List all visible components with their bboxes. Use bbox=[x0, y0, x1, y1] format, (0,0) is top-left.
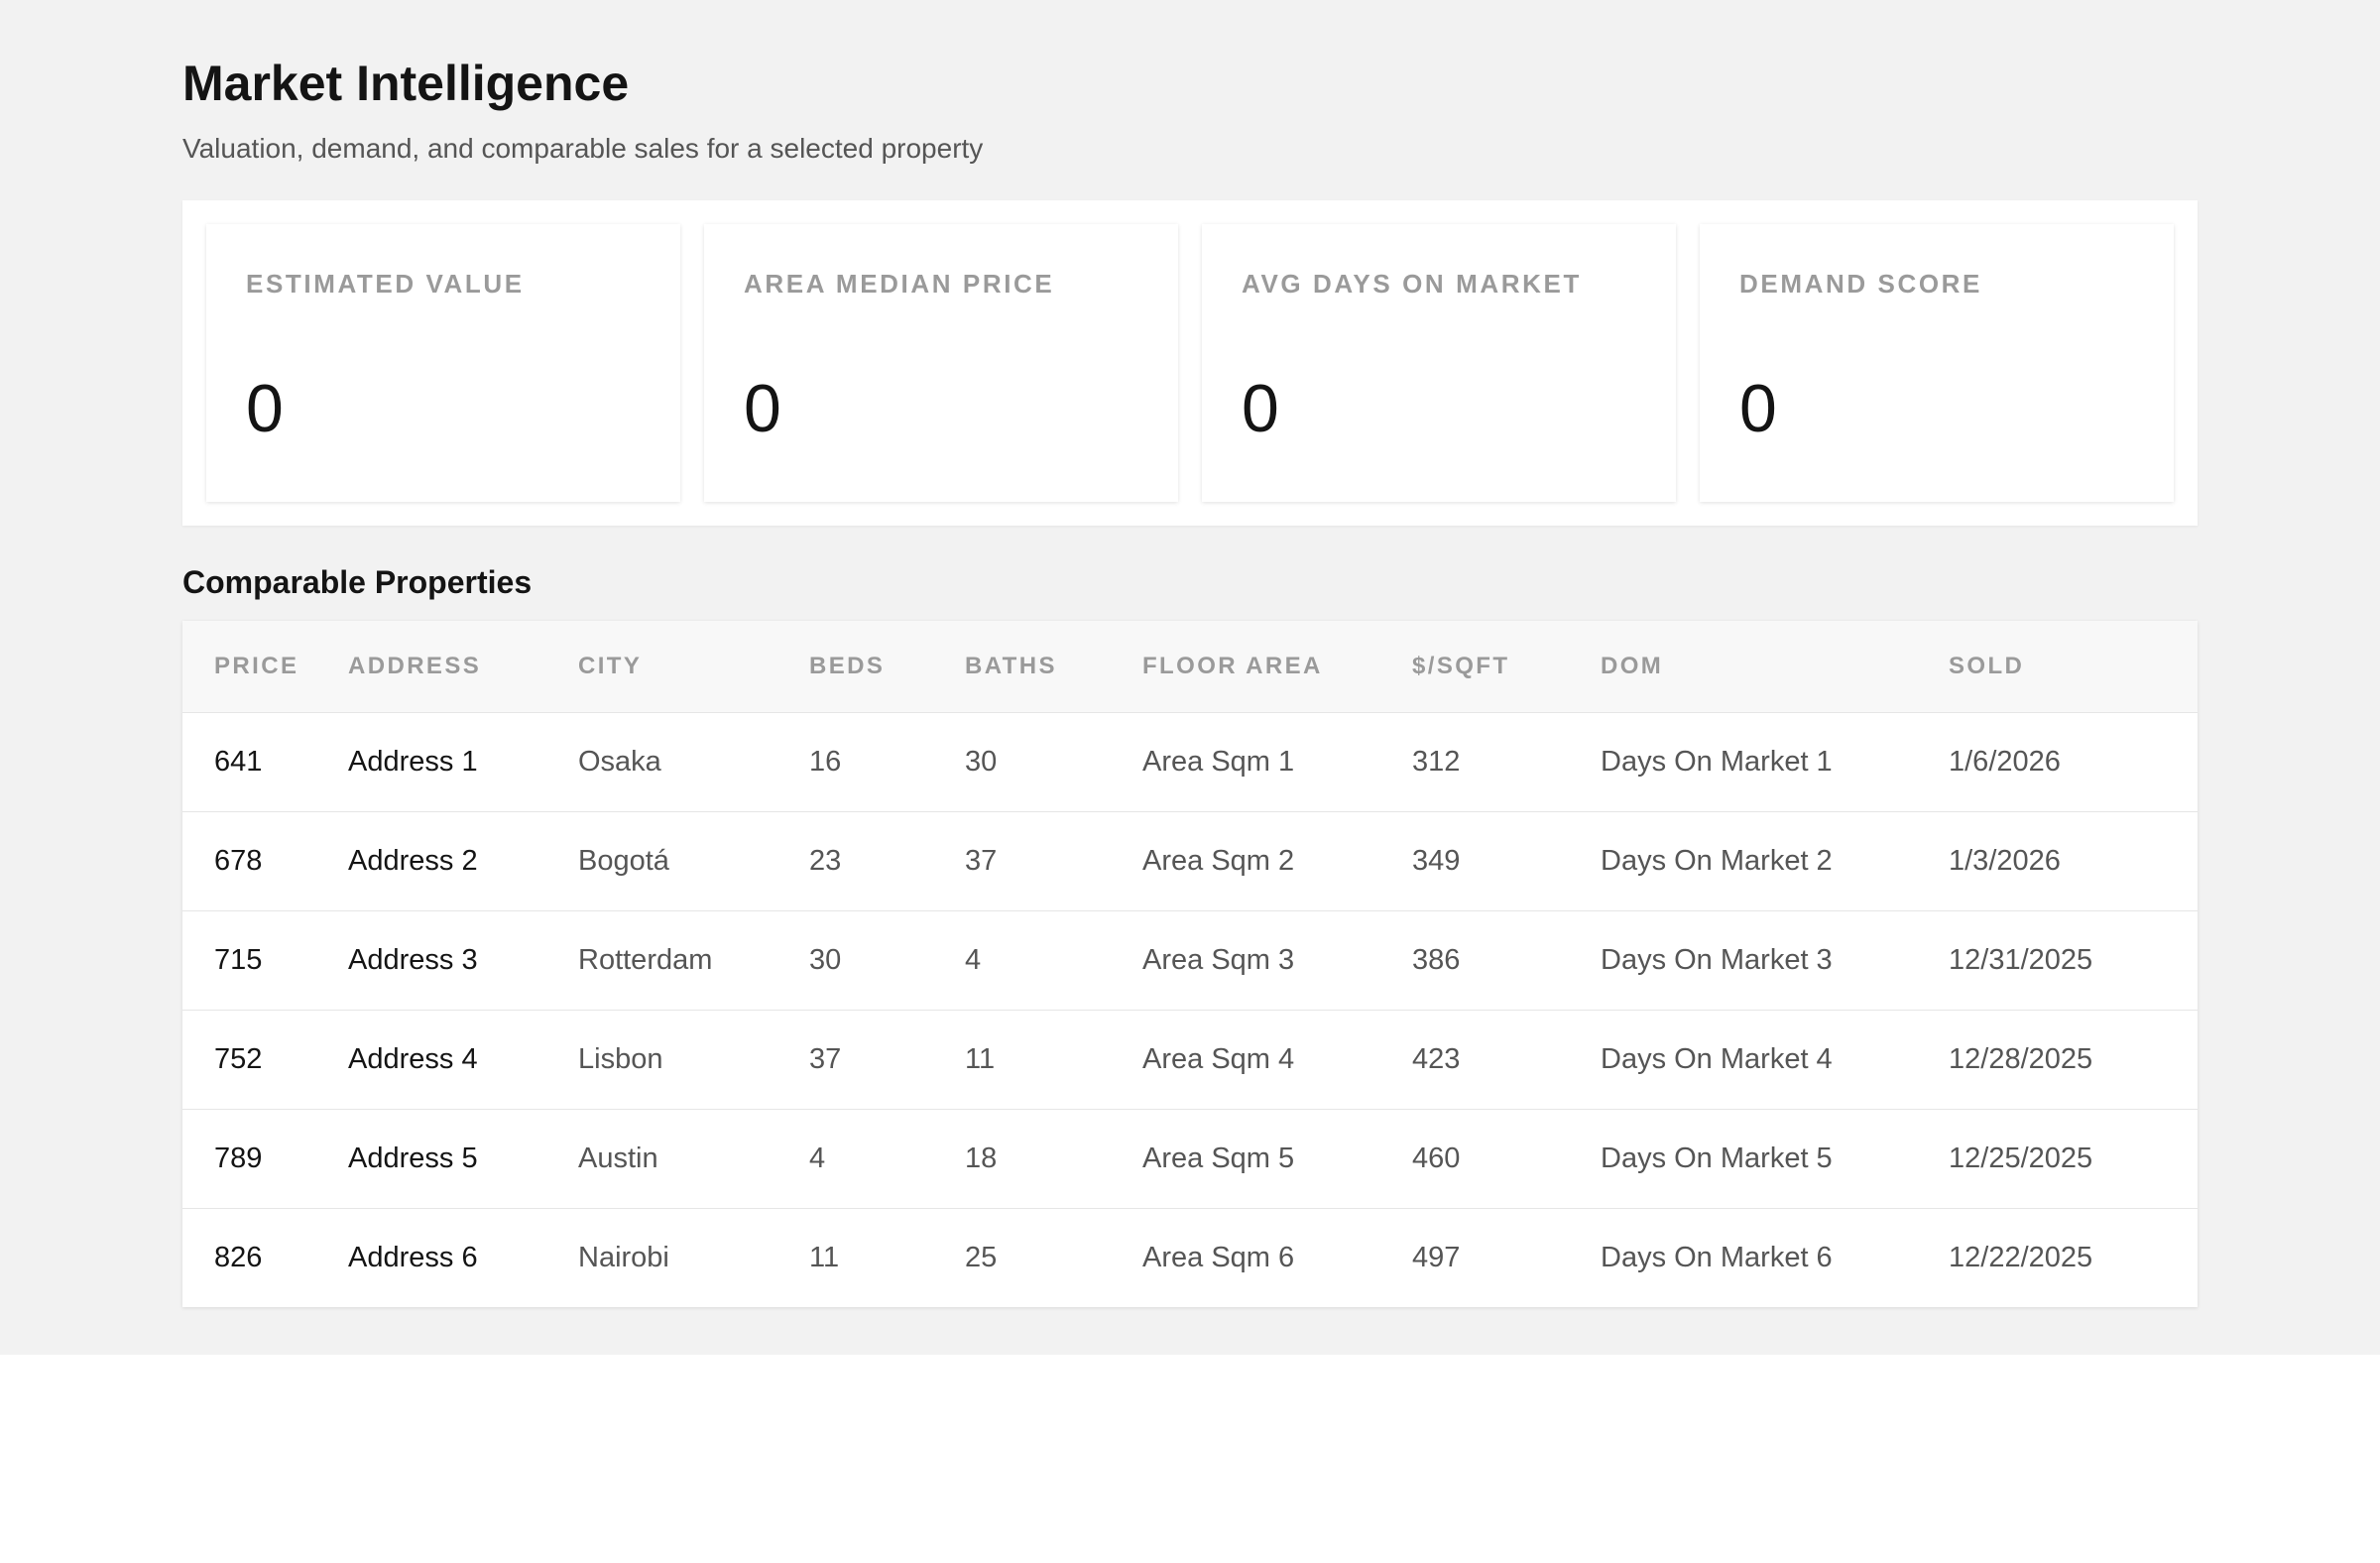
table-row[interactable]: 641 Address 1 Osaka 16 30 Area Sqm 1 312… bbox=[182, 712, 2198, 811]
cell-sold: 1/6/2026 bbox=[1949, 745, 2061, 778]
cell-city: Rotterdam bbox=[578, 943, 713, 976]
cell-floor-area: Area Sqm 3 bbox=[1142, 943, 1295, 976]
cell-dom: Days On Market 4 bbox=[1601, 1042, 1833, 1075]
column-header-floor-area[interactable]: FLOOR AREA bbox=[1142, 621, 1412, 712]
stat-label: DEMAND SCORE bbox=[1739, 269, 1982, 299]
cell-beds: 37 bbox=[809, 1042, 842, 1075]
cell-floor-area: Area Sqm 1 bbox=[1142, 745, 1295, 778]
stat-label: ESTIMATED VALUE bbox=[246, 269, 525, 299]
cell-baths: 30 bbox=[965, 745, 998, 778]
cell-dom: Days On Market 2 bbox=[1601, 844, 1833, 877]
cell-price-per-sqft: 312 bbox=[1412, 745, 1461, 778]
column-header-price-per-sqft[interactable]: $/SQFT bbox=[1412, 621, 1601, 712]
stat-card-area-median-price: AREA MEDIAN PRICE 0 bbox=[704, 224, 1178, 502]
stat-card-estimated-value: ESTIMATED VALUE 0 bbox=[206, 224, 680, 502]
cell-city: Osaka bbox=[578, 745, 661, 778]
stats-panel: ESTIMATED VALUE 0 AREA MEDIAN PRICE 0 AV… bbox=[182, 200, 2198, 526]
comparables-table-card: PRICE ADDRESS CITY BEDS BATHS FLOOR AREA… bbox=[182, 621, 2198, 1307]
cell-beds: 16 bbox=[809, 745, 842, 778]
cell-city: Bogotá bbox=[578, 844, 669, 877]
table-row[interactable]: 826 Address 6 Nairobi 11 25 Area Sqm 6 4… bbox=[182, 1208, 2198, 1307]
cell-baths: 25 bbox=[965, 1241, 998, 1273]
cell-floor-area: Area Sqm 6 bbox=[1142, 1241, 1295, 1273]
cell-baths: 37 bbox=[965, 844, 998, 877]
cell-beds: 4 bbox=[809, 1142, 826, 1174]
stat-value: 0 bbox=[1242, 371, 1279, 446]
table-row[interactable]: 789 Address 5 Austin 4 18 Area Sqm 5 460… bbox=[182, 1109, 2198, 1208]
cell-city: Austin bbox=[578, 1142, 658, 1174]
cell-address: Address 6 bbox=[348, 1241, 478, 1273]
cell-price: 826 bbox=[214, 1241, 263, 1273]
cell-address: Address 4 bbox=[348, 1042, 478, 1075]
cell-address: Address 2 bbox=[348, 844, 478, 877]
column-header-baths[interactable]: BATHS bbox=[965, 621, 1142, 712]
cell-dom: Days On Market 3 bbox=[1601, 943, 1833, 976]
cell-sold: 12/25/2025 bbox=[1949, 1142, 2093, 1174]
cell-dom: Days On Market 6 bbox=[1601, 1241, 1833, 1273]
cell-beds: 23 bbox=[809, 844, 842, 877]
cell-address: Address 3 bbox=[348, 943, 478, 976]
stat-card-avg-days-on-market: AVG DAYS ON MARKET 0 bbox=[1202, 224, 1676, 502]
cell-floor-area: Area Sqm 4 bbox=[1142, 1042, 1295, 1075]
cell-city: Lisbon bbox=[578, 1042, 663, 1075]
cell-sold: 12/31/2025 bbox=[1949, 943, 2093, 976]
table-row[interactable]: 752 Address 4 Lisbon 37 11 Area Sqm 4 42… bbox=[182, 1010, 2198, 1109]
cell-dom: Days On Market 5 bbox=[1601, 1142, 1833, 1174]
table-row[interactable]: 678 Address 2 Bogotá 23 37 Area Sqm 2 34… bbox=[182, 811, 2198, 910]
cell-price: 641 bbox=[214, 745, 263, 778]
comparables-title: Comparable Properties bbox=[182, 564, 533, 600]
page-title: Market Intelligence bbox=[182, 56, 630, 111]
cell-address: Address 1 bbox=[348, 745, 478, 778]
table-header-row: PRICE ADDRESS CITY BEDS BATHS FLOOR AREA… bbox=[182, 621, 2198, 712]
cell-price-per-sqft: 497 bbox=[1412, 1241, 1461, 1273]
cell-floor-area: Area Sqm 5 bbox=[1142, 1142, 1295, 1174]
column-header-beds[interactable]: BEDS bbox=[809, 621, 965, 712]
table-row[interactable]: 715 Address 3 Rotterdam 30 4 Area Sqm 3 … bbox=[182, 910, 2198, 1010]
column-header-city[interactable]: CITY bbox=[578, 621, 809, 712]
table-body: 641 Address 1 Osaka 16 30 Area Sqm 1 312… bbox=[182, 712, 2198, 1307]
column-header-dom[interactable]: DOM bbox=[1601, 621, 1949, 712]
cell-city: Nairobi bbox=[578, 1241, 669, 1273]
cell-beds: 11 bbox=[809, 1241, 840, 1273]
cell-price-per-sqft: 349 bbox=[1412, 844, 1461, 877]
stat-value: 0 bbox=[744, 371, 781, 446]
cell-dom: Days On Market 1 bbox=[1601, 745, 1833, 778]
cell-price: 715 bbox=[214, 943, 263, 976]
cell-sold: 12/28/2025 bbox=[1949, 1042, 2093, 1075]
cell-price-per-sqft: 423 bbox=[1412, 1042, 1461, 1075]
stat-label: AREA MEDIAN PRICE bbox=[744, 269, 1055, 299]
cell-sold: 12/22/2025 bbox=[1949, 1241, 2093, 1273]
page-subtitle: Valuation, demand, and comparable sales … bbox=[182, 133, 984, 164]
column-header-sold[interactable]: SOLD bbox=[1949, 621, 2198, 712]
cell-price-per-sqft: 386 bbox=[1412, 943, 1461, 976]
column-header-address[interactable]: ADDRESS bbox=[348, 621, 578, 712]
stat-card-demand-score: DEMAND SCORE 0 bbox=[1700, 224, 2174, 502]
stat-value: 0 bbox=[246, 371, 284, 446]
cell-address: Address 5 bbox=[348, 1142, 478, 1174]
cell-baths: 11 bbox=[965, 1042, 996, 1075]
cell-sold: 1/3/2026 bbox=[1949, 844, 2061, 877]
page-background: Market Intelligence Valuation, demand, a… bbox=[0, 0, 2380, 1355]
cell-price-per-sqft: 460 bbox=[1412, 1142, 1461, 1174]
cell-price: 752 bbox=[214, 1042, 263, 1075]
cell-baths: 4 bbox=[965, 943, 982, 976]
cell-price: 678 bbox=[214, 844, 263, 877]
stat-value: 0 bbox=[1739, 371, 1777, 446]
cell-floor-area: Area Sqm 2 bbox=[1142, 844, 1295, 877]
comparables-table: PRICE ADDRESS CITY BEDS BATHS FLOOR AREA… bbox=[182, 621, 2198, 1307]
cell-beds: 30 bbox=[809, 943, 842, 976]
table-header: PRICE ADDRESS CITY BEDS BATHS FLOOR AREA… bbox=[182, 621, 2198, 712]
column-header-price[interactable]: PRICE bbox=[182, 621, 348, 712]
cell-price: 789 bbox=[214, 1142, 263, 1174]
stat-label: AVG DAYS ON MARKET bbox=[1242, 269, 1582, 299]
cell-baths: 18 bbox=[965, 1142, 998, 1174]
